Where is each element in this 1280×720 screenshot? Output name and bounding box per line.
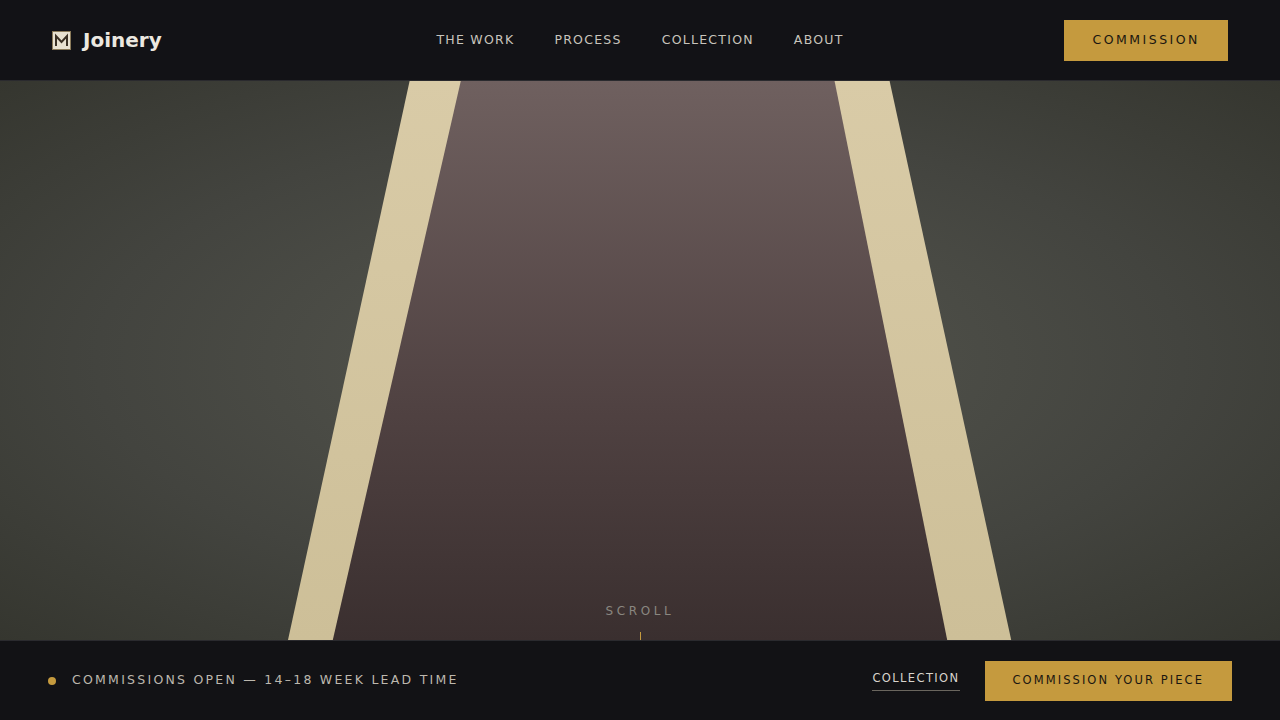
scroll-line bbox=[640, 632, 641, 640]
nav-link[interactable]: ABOUT bbox=[794, 31, 844, 50]
scroll-label: SCROLL bbox=[606, 602, 675, 620]
nav-link[interactable]: THE WORK bbox=[436, 31, 514, 50]
main-nav: THE WORK PROCESS COLLECTION ABOUT bbox=[436, 31, 843, 50]
status-dot bbox=[48, 677, 56, 685]
nav-link[interactable]: COLLECTION bbox=[662, 31, 754, 50]
collection-link[interactable]: COLLECTION bbox=[872, 670, 959, 691]
scroll-hint[interactable]: SCROLL bbox=[0, 602, 1280, 640]
commission-button[interactable]: COMMISSION bbox=[1064, 20, 1228, 61]
brand[interactable]: Joinery bbox=[52, 25, 312, 55]
site-header: Joinery THE WORK PROCESS COLLECTION ABOUT COM… bbox=[0, 0, 1280, 81]
status-text: COMMISSIONS OPEN — 14–18 WEEK LEAD TIME bbox=[72, 671, 459, 690]
slab-heartwood bbox=[0, 81, 1280, 640]
hero-image: SCROLL bbox=[0, 81, 1280, 640]
commission-bar: COMMISSIONS OPEN — 14–18 WEEK LEAD TIME C… bbox=[0, 640, 1280, 720]
logo-icon bbox=[52, 31, 71, 50]
page: Joinery THE WORK PROCESS COLLECTION ABOUT COM… bbox=[0, 0, 1280, 720]
commission-your-piece-button[interactable]: COMMISSION YOUR PIECE bbox=[985, 661, 1233, 701]
brand-name: Joinery bbox=[83, 25, 162, 55]
nav-link[interactable]: PROCESS bbox=[554, 31, 621, 50]
